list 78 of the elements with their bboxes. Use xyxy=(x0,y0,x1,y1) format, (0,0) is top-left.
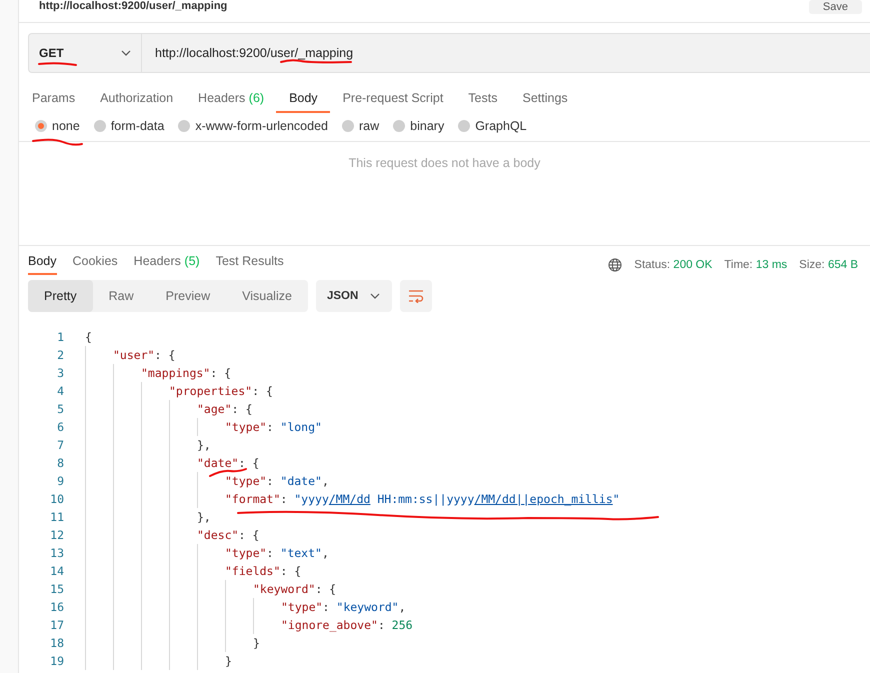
format-select[interactable]: JSON xyxy=(316,280,392,312)
wrap-lines-button[interactable] xyxy=(400,280,432,312)
code-line: "type": "date", xyxy=(225,474,329,488)
annotation-underline xyxy=(32,138,83,146)
request-tab[interactable]: Tests xyxy=(455,85,510,113)
code-line: "properties": { xyxy=(169,384,273,398)
line-number: 14 xyxy=(49,564,65,578)
body-type-option[interactable]: binary xyxy=(393,119,444,133)
body-type-option[interactable]: x-www-form-urlencoded xyxy=(178,119,328,133)
line-number: 10 xyxy=(49,492,65,506)
line-number: 7 xyxy=(56,438,65,452)
code-line: "type": "long" xyxy=(225,420,322,434)
response-tab[interactable]: Headers (5) xyxy=(134,254,200,275)
response-tab[interactable]: Body xyxy=(28,254,56,275)
line-number: 19 xyxy=(49,654,65,668)
code-line: "age": { xyxy=(197,402,252,416)
response-stat: Status: 200 OK xyxy=(634,258,712,270)
line-number: 9 xyxy=(56,474,65,488)
radio-icon[interactable] xyxy=(178,120,190,132)
wrap-icon xyxy=(408,289,424,303)
radio-icon[interactable] xyxy=(458,120,470,132)
radio-icon[interactable] xyxy=(94,120,106,132)
request-tab[interactable]: Body xyxy=(276,85,330,113)
view-mode-tab[interactable]: Pretty xyxy=(28,280,93,312)
body-type-option[interactable]: raw xyxy=(342,119,380,133)
code-line: "user": { xyxy=(113,348,176,362)
request-tab[interactable]: Pre-request Script xyxy=(330,85,456,113)
save-button[interactable]: Save xyxy=(808,0,862,14)
line-number: 1 xyxy=(56,330,65,344)
view-mode-tab[interactable]: Visualize xyxy=(226,280,308,312)
code-line: "fields": { xyxy=(225,564,302,578)
code-line: "ignore_above": 256 xyxy=(281,618,413,632)
request-tab[interactable]: Authorization xyxy=(87,85,186,113)
response-stat: Time: 13 ms xyxy=(724,258,788,270)
request-tab[interactable]: Settings xyxy=(509,85,580,113)
response-stat: Size: 654 B xyxy=(799,258,858,270)
code-line: "format": "yyyy/MM/dd HH:mm:ss||yyyy/MM/dd||epoch_millis" xyxy=(225,492,620,506)
code-line: } xyxy=(225,654,232,668)
body-type-option[interactable]: form-data xyxy=(94,119,164,133)
radio-icon[interactable] xyxy=(35,120,47,132)
code-line: }, xyxy=(197,438,211,452)
line-number: 12 xyxy=(49,528,65,542)
request-tab[interactable]: Headers (6) xyxy=(185,85,276,113)
code-line: "type": "text", xyxy=(225,546,329,560)
request-title: http://localhost:9200/user/_mapping xyxy=(39,0,228,12)
radio-icon[interactable] xyxy=(393,120,406,132)
annotation-underline xyxy=(209,468,247,477)
globe-icon[interactable] xyxy=(608,258,622,272)
code-line: "type": "keyword", xyxy=(281,600,406,614)
code-line: "desc": { xyxy=(197,528,260,542)
code-line: "mappings": { xyxy=(141,366,232,380)
empty-body-message: This request does not have a body xyxy=(348,156,540,172)
line-number: 11 xyxy=(49,510,65,524)
code-line: }, xyxy=(197,510,211,524)
code-line: { xyxy=(85,330,92,344)
code-line: } xyxy=(253,636,260,650)
line-number: 2 xyxy=(56,348,65,362)
code-line: "keyword": { xyxy=(253,582,336,596)
response-tab[interactable]: Cookies xyxy=(72,254,118,275)
line-number: 17 xyxy=(49,618,65,632)
line-number: 16 xyxy=(49,600,65,614)
radio-icon[interactable] xyxy=(342,120,354,132)
request-tab[interactable]: Params xyxy=(19,85,88,113)
body-type-option[interactable]: GraphQL xyxy=(458,119,527,133)
line-number: 8 xyxy=(56,456,65,470)
line-number: 4 xyxy=(56,384,65,398)
caret-icon xyxy=(370,293,380,299)
response-tab[interactable]: Test Results xyxy=(216,254,284,275)
line-number: 15 xyxy=(49,582,65,596)
view-mode-tab[interactable]: Raw xyxy=(92,280,150,312)
line-number: 18 xyxy=(49,636,65,650)
line-number: 13 xyxy=(49,546,65,560)
code-line: "date": { xyxy=(197,456,260,470)
line-number: 6 xyxy=(56,420,65,434)
line-number: 3 xyxy=(56,366,65,380)
line-number: 5 xyxy=(56,402,65,416)
body-type-option[interactable]: none xyxy=(35,119,80,133)
view-mode-tab[interactable]: Preview xyxy=(150,280,226,312)
